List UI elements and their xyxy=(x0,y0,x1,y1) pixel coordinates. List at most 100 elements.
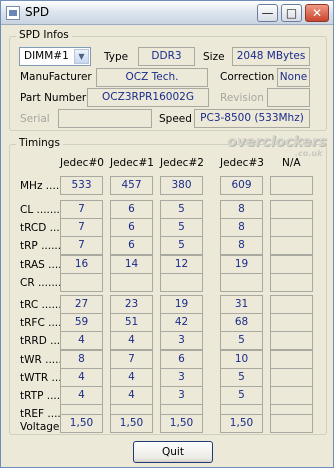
column-header: Jedec#2 xyxy=(160,157,204,169)
timing-cell: 457 xyxy=(110,176,153,195)
timing-cell xyxy=(270,386,313,405)
timing-cell: 4 xyxy=(60,331,103,350)
timings-title: Timings xyxy=(16,137,63,149)
timing-cell: 1,50 xyxy=(110,414,153,433)
timing-cell xyxy=(60,273,103,292)
type-label: Type xyxy=(104,51,129,63)
row-label-trtp: tRTP ..... xyxy=(20,390,64,402)
timing-cell: 7 xyxy=(60,200,103,219)
watermark-logo: overclockers xyxy=(227,134,327,150)
timing-cell: 8 xyxy=(60,350,103,369)
timing-cell xyxy=(270,295,313,314)
column-header: Jedec#1 xyxy=(110,157,154,169)
timing-cell: 1,50 xyxy=(220,414,263,433)
maximize-button[interactable]: □ xyxy=(281,4,302,22)
timing-cell: 5 xyxy=(220,331,263,350)
spd-window: SPD — □ ✕ SPD Infos DIMM#1 ▼ Type DDR3 S… xyxy=(0,0,334,468)
timing-cell xyxy=(160,273,203,292)
type-value: DDR3 xyxy=(138,47,195,66)
timing-cell: 7 xyxy=(60,218,103,237)
row-label-cr: CR ........ xyxy=(20,277,65,289)
timing-cell xyxy=(270,350,313,369)
part-number-value: OCZ3RPR16002G xyxy=(87,88,209,107)
row-label-cl: CL ........ xyxy=(20,204,64,216)
timing-cell xyxy=(270,331,313,350)
chevron-down-icon[interactable]: ▼ xyxy=(74,49,89,64)
timing-cell xyxy=(110,273,153,292)
speed-label: Speed xyxy=(159,113,192,125)
timing-cell xyxy=(270,176,313,195)
timing-cell: 3 xyxy=(160,386,203,405)
timing-cell: 609 xyxy=(220,176,263,195)
timing-cell: 380 xyxy=(160,176,203,195)
timing-cell: 6 xyxy=(110,200,153,219)
timing-cell: 7 xyxy=(60,236,103,255)
serial-value xyxy=(58,109,152,128)
timing-cell: 1,50 xyxy=(60,414,103,433)
manufacturer-value: OCZ Tech. xyxy=(96,68,208,87)
correction-label: Correction xyxy=(220,71,275,83)
timing-cell: 51 xyxy=(110,313,153,332)
minimize-button[interactable]: — xyxy=(257,4,278,22)
spd-infos-title: SPD Infos xyxy=(16,29,72,41)
timing-cell: 59 xyxy=(60,313,103,332)
timing-cell: 6 xyxy=(110,218,153,237)
timing-cell: 8 xyxy=(220,236,263,255)
quit-button[interactable]: Quit xyxy=(133,441,213,463)
revision-value xyxy=(267,88,310,107)
timing-cell: 7 xyxy=(110,350,153,369)
manufacturer-label: ManuFacturer xyxy=(20,71,92,83)
part-number-label: Part Number xyxy=(20,92,87,104)
speed-value: PC3-8500 (533Mhz) xyxy=(194,109,310,128)
column-header: Jedec#0 xyxy=(60,157,104,169)
timing-cell: 8 xyxy=(220,218,263,237)
close-button[interactable]: ✕ xyxy=(305,4,329,22)
close-icon: ✕ xyxy=(311,6,323,20)
timing-cell: 6 xyxy=(160,350,203,369)
timing-cell: 1,50 xyxy=(160,414,203,433)
timing-cell: 19 xyxy=(160,295,203,314)
row-label-twtr: tWTR .... xyxy=(20,372,65,384)
size-value: 2048 MBytes xyxy=(232,47,310,66)
title-bar[interactable]: SPD — □ ✕ xyxy=(1,1,333,25)
timing-cell xyxy=(270,414,313,433)
timing-cell: 27 xyxy=(60,295,103,314)
row-label-tras: tRAS ..... xyxy=(20,259,65,271)
timing-cell: 23 xyxy=(110,295,153,314)
timing-cell: 3 xyxy=(160,331,203,350)
timing-cell xyxy=(220,273,263,292)
app-icon xyxy=(6,6,20,20)
timing-cell: 533 xyxy=(60,176,103,195)
timing-cell: 8 xyxy=(220,200,263,219)
timing-cell: 10 xyxy=(220,350,263,369)
timing-cell: 5 xyxy=(160,218,203,237)
correction-value: None xyxy=(277,68,310,87)
timing-cell: 5 xyxy=(160,236,203,255)
timing-cell: 6 xyxy=(110,236,153,255)
minimize-icon: — xyxy=(261,6,274,20)
timing-cell: 68 xyxy=(220,313,263,332)
timing-cell xyxy=(270,255,313,274)
timing-cell: 19 xyxy=(220,255,263,274)
timing-cell: 14 xyxy=(110,255,153,274)
dimm-select[interactable]: DIMM#1 ▼ xyxy=(19,47,91,66)
timing-cell: 5 xyxy=(220,368,263,387)
row-label-twr: tWR ...... xyxy=(20,354,66,366)
timing-cell xyxy=(270,218,313,237)
maximize-icon: □ xyxy=(285,6,298,20)
timing-cell xyxy=(270,273,313,292)
timing-cell: 4 xyxy=(60,386,103,405)
row-label-voltage: Voltage xyxy=(20,421,60,433)
timing-cell: 12 xyxy=(160,255,203,274)
row-label-trc: tRC ....... xyxy=(20,299,65,311)
timing-cell: 4 xyxy=(110,331,153,350)
timing-cell: 42 xyxy=(160,313,203,332)
timing-cell: 3 xyxy=(160,368,203,387)
row-label-trp: tRP ....... xyxy=(20,240,65,252)
timing-cell: 5 xyxy=(220,386,263,405)
timing-cell xyxy=(270,200,313,219)
row-label-trfc: tRFC ..... xyxy=(20,317,65,329)
timing-cell xyxy=(270,313,313,332)
timing-cell: 4 xyxy=(60,368,103,387)
window-title: SPD xyxy=(25,5,50,19)
